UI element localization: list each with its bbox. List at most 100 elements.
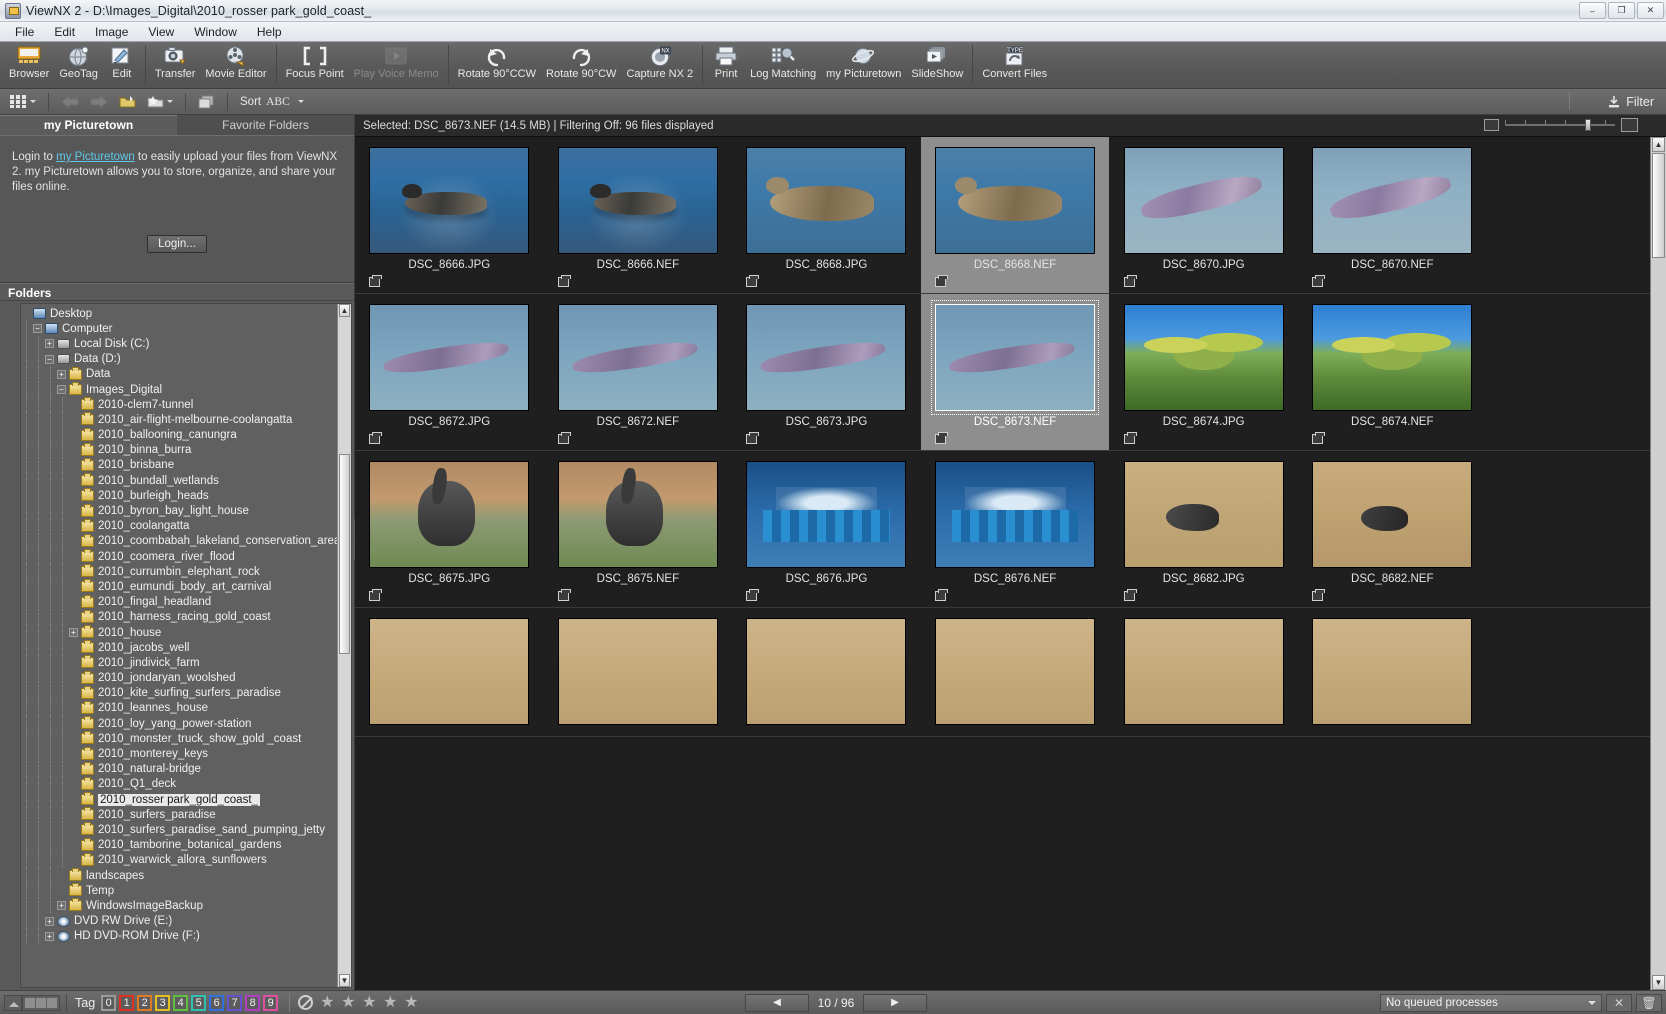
folder-tree-item[interactable]: +Local Disk (C:)	[21, 336, 337, 351]
thumbnail-item[interactable]: DSC_8674.JPG	[1109, 294, 1298, 450]
tag-button-2[interactable]: 2	[137, 995, 152, 1011]
thumbnail-item[interactable]: DSC_8673.NEF	[921, 294, 1110, 450]
thumbnail-image[interactable]	[746, 304, 906, 411]
folder-tree-item[interactable]: 2010_burleigh_heads	[21, 488, 337, 503]
thumbnail-image[interactable]	[1124, 461, 1284, 568]
thumbnail-item[interactable]: DSC_8672.JPG	[355, 294, 544, 450]
thumbnail-item[interactable]: DSC_8674.NEF	[1298, 294, 1487, 450]
folder-tree-item[interactable]: 2010_ballooning_canungra	[21, 428, 337, 443]
compare-button[interactable]	[194, 92, 219, 112]
thumbnail-image[interactable]	[1312, 461, 1472, 568]
folder-tree-item[interactable]: +WindowsImageBackup	[21, 898, 337, 913]
toolbar-button-my-picturetown[interactable]: my Picturetown	[821, 42, 906, 87]
previous-page-button[interactable]: ◀	[745, 994, 809, 1012]
my-picturetown-link[interactable]: my Picturetown	[56, 151, 135, 163]
folder-tree-item[interactable]: +DVD RW Drive (E:)	[21, 914, 337, 929]
folder-tree-item[interactable]: 2010-clem7-tunnel	[21, 397, 337, 412]
folder-tree-item[interactable]: 2010_coombabah_lakeland_conservation_are…	[21, 534, 337, 549]
expand-icon[interactable]: +	[57, 370, 66, 379]
folder-tree-item[interactable]: 2010_warwick_allora_sunflowers	[21, 853, 337, 868]
thumbnail-item[interactable]: DSC_8682.JPG	[1109, 451, 1298, 607]
folder-tree-item[interactable]: +HD DVD-ROM Drive (F:)	[21, 929, 337, 944]
thumbnail-item[interactable]: DSC_8670.JPG	[1109, 137, 1298, 293]
scroll-down-arrow[interactable]: ▼	[1652, 975, 1665, 990]
file-pair-icon[interactable]	[935, 434, 946, 444]
toolbar-button-capture-nx-2[interactable]: NXCapture NX 2	[621, 42, 698, 87]
tag-button-6[interactable]: 6	[209, 995, 224, 1011]
thumbnail-image[interactable]	[746, 461, 906, 568]
thumbnail-item[interactable]	[921, 608, 1110, 736]
folder-tree-item[interactable]: 2010_harness_racing_gold_coast	[21, 610, 337, 625]
rating-stars[interactable]: ★★★★★	[320, 995, 425, 1011]
folder-tree[interactable]: Desktop−Computer+Local Disk (C:)−Data (D…	[21, 304, 337, 987]
toolbar-button-edit[interactable]: Edit	[103, 42, 141, 87]
thumbnail-image[interactable]	[935, 461, 1095, 568]
file-pair-icon[interactable]	[558, 434, 569, 444]
folder-tree-item[interactable]: 2010_coolangatta	[21, 519, 337, 534]
file-pair-icon[interactable]	[369, 434, 380, 444]
toolbar-button-browser[interactable]: Browser	[4, 42, 54, 87]
thumbnail-item[interactable]	[1298, 608, 1487, 736]
toolbar-button-log-matching[interactable]: Log Matching	[745, 42, 821, 87]
toolbar-button-focus-point[interactable]: Focus Point	[281, 42, 349, 87]
tag-button-8[interactable]: 8	[245, 995, 260, 1011]
toolbar-button-geotag[interactable]: GeoTag	[54, 42, 103, 87]
toolbar-button-slideshow[interactable]: SlideShow	[906, 42, 968, 87]
thumbnail-image[interactable]	[369, 147, 529, 254]
expand-icon[interactable]: +	[69, 628, 78, 637]
toolbar-button-rotate-90-ccw[interactable]: Rotate 90°CCW	[453, 42, 541, 87]
folder-tree-item[interactable]: 2010_fingal_headland	[21, 595, 337, 610]
forward-button[interactable]	[86, 92, 112, 112]
grid-view-icon[interactable]	[1621, 118, 1638, 132]
thumbnail-item[interactable]	[1109, 608, 1298, 736]
folder-tree-item[interactable]: 2010_byron_bay_light_house	[21, 503, 337, 518]
thumbnail-image[interactable]	[746, 618, 906, 725]
thumbnail-item[interactable]: DSC_8668.JPG	[732, 137, 921, 293]
list-view-icon[interactable]	[1484, 119, 1499, 131]
thumbnail-image[interactable]	[1124, 147, 1284, 254]
tag-button-4[interactable]: 4	[173, 995, 188, 1011]
file-pair-icon[interactable]	[1124, 591, 1135, 601]
thumbnail-item[interactable]: DSC_8676.JPG	[732, 451, 921, 607]
file-pair-icon[interactable]	[369, 591, 380, 601]
back-button[interactable]	[57, 92, 83, 112]
folder-tree-item[interactable]: Desktop	[21, 306, 337, 321]
folder-tree-item[interactable]: 2010_air-flight-melbourne-coolangatta	[21, 412, 337, 427]
folder-tree-item[interactable]: 2010_rosser park_gold_coast_	[21, 792, 337, 807]
view-mode-button[interactable]	[6, 92, 40, 112]
thumbnail-image[interactable]	[1124, 304, 1284, 411]
thumbnail-item[interactable]: DSC_8676.NEF	[921, 451, 1110, 607]
folder-tree-item[interactable]: 2010_loy_yang_power-station	[21, 716, 337, 731]
sort-button[interactable]: Sort ABC	[236, 92, 308, 112]
login-button[interactable]: Login...	[147, 235, 207, 253]
thumbnail-item[interactable]: DSC_8675.NEF	[544, 451, 733, 607]
toolbar-button-print[interactable]: Print	[707, 42, 745, 87]
folder-tree-item[interactable]: 2010_surfers_paradise_sand_pumping_jetty	[21, 822, 337, 837]
thumbnail-image[interactable]	[746, 147, 906, 254]
folder-tree-item[interactable]: 2010_jacobs_well	[21, 640, 337, 655]
collapse-panel-button[interactable]	[4, 995, 22, 1011]
toolbar-button-rotate-90-cw[interactable]: Rotate 90°CW	[541, 42, 621, 87]
thumbnail-image[interactable]	[1312, 304, 1472, 411]
up-folder-button[interactable]	[115, 92, 140, 112]
toolbar-button-movie-editor[interactable]: Movie Editor	[200, 42, 271, 87]
thumbnail-image[interactable]	[1312, 618, 1472, 725]
file-pair-icon[interactable]	[558, 277, 569, 287]
thumbnail-grid[interactable]: DSC_8666.JPGDSC_8666.NEFDSC_8668.JPGDSC_…	[355, 137, 1650, 990]
folder-tree-item[interactable]: 2010_bundall_wetlands	[21, 473, 337, 488]
menu-item-help[interactable]: Help	[248, 23, 291, 41]
delete-process-button[interactable]: 🗑	[1636, 994, 1662, 1012]
file-pair-icon[interactable]	[1312, 434, 1323, 444]
filter-button[interactable]: Filter	[1599, 91, 1662, 113]
file-pair-icon[interactable]	[369, 277, 380, 287]
folder-tree-item[interactable]: 2010_jondaryan_woolshed	[21, 671, 337, 686]
folder-tree-item[interactable]: 2010_monster_truck_show_gold _coast	[21, 731, 337, 746]
layout-toggle-button[interactable]	[22, 995, 60, 1011]
expand-icon[interactable]: +	[45, 932, 54, 941]
folder-tree-item[interactable]: 2010_binna_burra	[21, 443, 337, 458]
rating-star-1[interactable]: ★	[320, 995, 337, 1011]
thumbnail-item[interactable]: DSC_8682.NEF	[1298, 451, 1487, 607]
tag-button-7[interactable]: 7	[227, 995, 242, 1011]
scroll-down-arrow[interactable]: ▼	[339, 974, 350, 987]
folder-tree-item[interactable]: 2010_surfers_paradise	[21, 807, 337, 822]
